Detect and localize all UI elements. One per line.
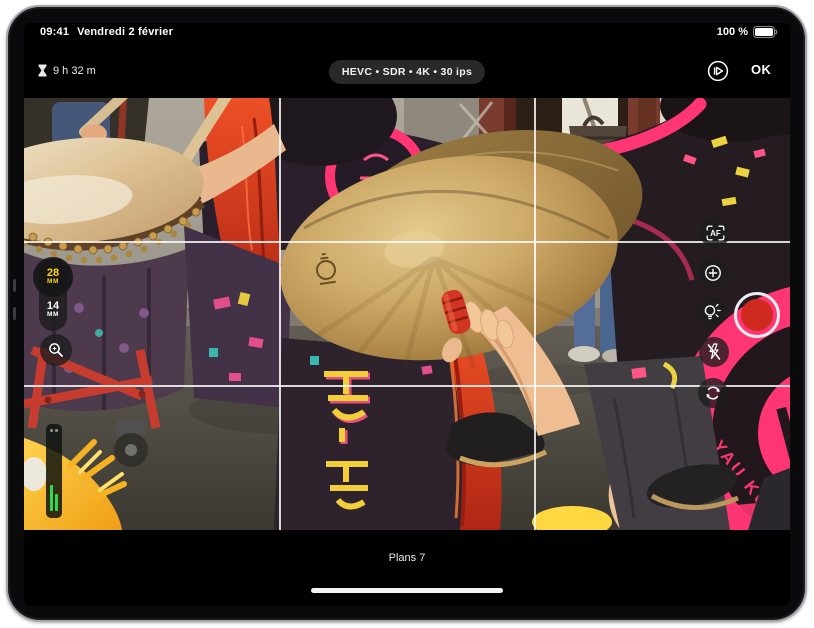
recording-time-remaining: 9 h 32 m <box>38 64 96 77</box>
battery-percent: 100 % <box>717 26 748 38</box>
hourglass-icon <box>38 64 47 77</box>
zoom-button[interactable] <box>40 334 72 366</box>
rotate-camera-icon <box>704 384 722 402</box>
ipad-device: 09:41 Vendredi 2 février 100 % 9 h 32 m … <box>6 5 807 622</box>
af-brackets-icon: AF <box>706 225 725 241</box>
grid-line-horizontal-1 <box>24 241 790 243</box>
audio-level-meter <box>46 424 62 518</box>
white-balance-button[interactable] <box>697 297 727 327</box>
meter-channel-dot <box>55 429 58 432</box>
plus-circle-icon <box>704 264 722 282</box>
grid-line-vertical-2 <box>534 98 536 530</box>
viewfinder[interactable]: YAU KUNG USA <box>24 98 790 530</box>
monitor-button[interactable] <box>705 58 731 84</box>
meter-bar-left <box>50 485 53 511</box>
lens-button-14mm[interactable]: 14 MM <box>39 301 67 319</box>
grid-line-horizontal-2 <box>24 385 790 387</box>
viewfinder-scene: YAU KUNG USA <box>24 98 790 530</box>
exposure-button[interactable] <box>698 258 728 288</box>
volume-button-up <box>13 279 16 292</box>
meter-bar-right <box>55 494 58 511</box>
time-remaining-label: 9 h 32 m <box>53 65 96 77</box>
battery-full-icon <box>753 26 778 38</box>
flash-button[interactable] <box>699 337 729 367</box>
lens-28-value: 28 <box>47 268 59 278</box>
done-button[interactable]: OK <box>751 62 771 77</box>
volume-button-down <box>13 307 16 320</box>
status-time: 09:41 <box>40 26 69 38</box>
switch-camera-button[interactable] <box>698 378 728 408</box>
format-badge[interactable]: HEVC • SDR • 4K • 30 ips <box>329 60 485 84</box>
record-button[interactable] <box>734 292 780 338</box>
status-bar-right: 100 % <box>717 26 778 38</box>
status-date: Vendredi 2 février <box>77 26 173 38</box>
meter-channel-dot <box>50 429 53 432</box>
lightbulb-icon <box>702 303 722 321</box>
clips-count-label: Plans 7 <box>24 552 790 564</box>
lens-14-unit: MM <box>47 311 59 319</box>
magnifier-icon <box>48 342 64 358</box>
page: 09:41 Vendredi 2 février 100 % 9 h 32 m … <box>0 0 814 628</box>
lens-14-value: 14 <box>47 301 59 311</box>
autofocus-button[interactable]: AF <box>700 218 730 248</box>
camera-app-screen: 09:41 Vendredi 2 février 100 % 9 h 32 m … <box>24 23 790 606</box>
af-label: AF <box>710 229 721 238</box>
home-indicator[interactable] <box>311 588 503 593</box>
record-button-dot <box>741 299 773 331</box>
lens-28-unit: MM <box>47 278 59 286</box>
lens-button-28mm[interactable]: 28 MM <box>33 257 73 297</box>
status-bar-left: 09:41 Vendredi 2 février <box>40 26 173 38</box>
play-circle-icon <box>705 58 731 84</box>
flash-off-icon <box>706 343 722 361</box>
grid-line-vertical-1 <box>279 98 281 530</box>
